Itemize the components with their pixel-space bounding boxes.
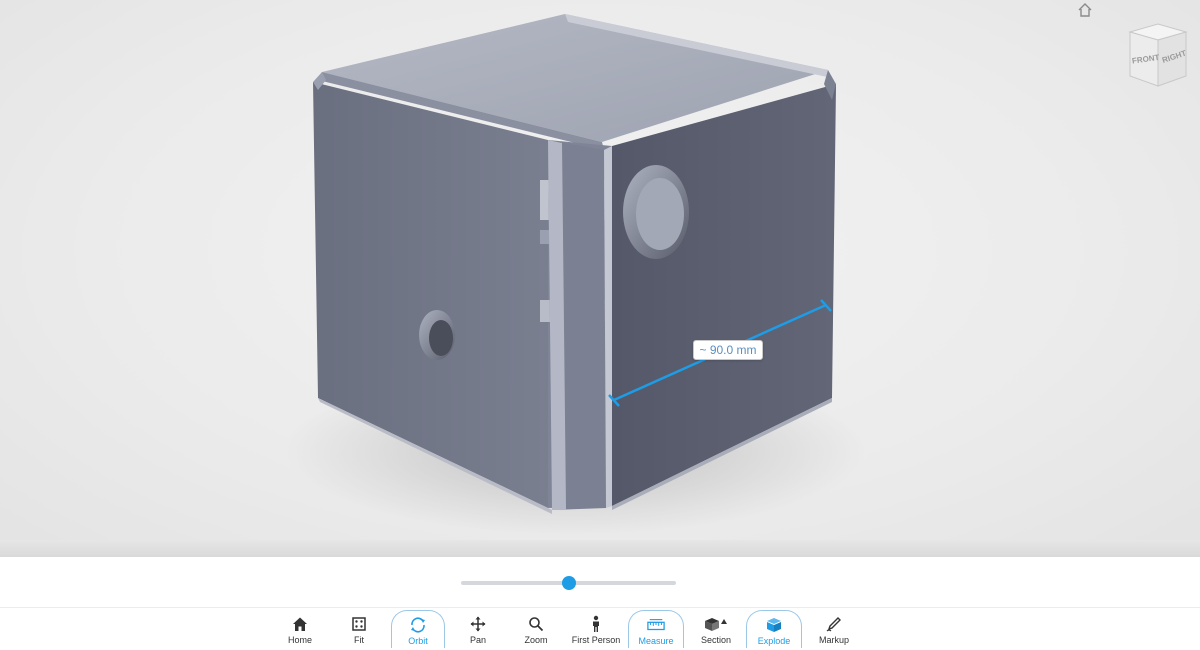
toolbar: Home Fit Orbit Pan Zoom First Person Mea… <box>0 607 1200 650</box>
pan-label: Pan <box>469 635 486 645</box>
home-button[interactable]: Home <box>285 612 315 648</box>
explode-icon <box>765 616 783 634</box>
zoom-icon <box>527 615 545 633</box>
zoom-label: Zoom <box>524 635 548 645</box>
explode-button[interactable]: Explode <box>746 610 802 648</box>
orbit-icon <box>409 616 427 634</box>
measure-label-text: Measure <box>638 636 674 646</box>
explode-slider[interactable] <box>461 576 676 590</box>
3d-viewport[interactable]: ~ 90.0 mm FRONT RIGHT <box>0 0 1200 557</box>
fit-button[interactable]: Fit <box>347 612 371 648</box>
orbit-button[interactable]: Orbit <box>391 610 445 648</box>
section-icon <box>703 615 729 633</box>
orbit-label: Orbit <box>408 636 428 646</box>
explode-label: Explode <box>757 636 791 646</box>
viewport-bottom-edge <box>0 540 1200 557</box>
first-person-label: First Person <box>571 635 621 645</box>
explode-slider-area <box>0 557 1200 607</box>
section-label: Section <box>700 635 732 645</box>
markup-icon <box>825 615 843 633</box>
section-button[interactable]: Section <box>699 612 733 648</box>
pan-button[interactable]: Pan <box>466 612 490 648</box>
explode-slider-thumb[interactable] <box>561 576 576 590</box>
home-icon <box>291 615 309 633</box>
home-label: Home <box>287 635 312 645</box>
markup-label: Markup <box>818 635 849 645</box>
pan-icon <box>469 615 487 633</box>
fit-label: Fit <box>354 635 364 645</box>
measurement-label[interactable]: ~ 90.0 mm <box>693 340 763 360</box>
fit-icon <box>350 615 368 633</box>
home-outline-icon <box>1078 3 1092 17</box>
viewcube[interactable]: FRONT RIGHT <box>1120 18 1194 92</box>
home-view-button[interactable] <box>1075 0 1095 20</box>
measure-icon <box>647 616 665 634</box>
zoom-button[interactable]: Zoom <box>522 612 550 648</box>
measurement-line[interactable] <box>0 0 1200 557</box>
person-icon <box>587 615 605 633</box>
first-person-button[interactable]: First Person <box>571 612 621 648</box>
measure-button[interactable]: Measure <box>628 610 684 648</box>
markup-button[interactable]: Markup <box>818 612 850 648</box>
